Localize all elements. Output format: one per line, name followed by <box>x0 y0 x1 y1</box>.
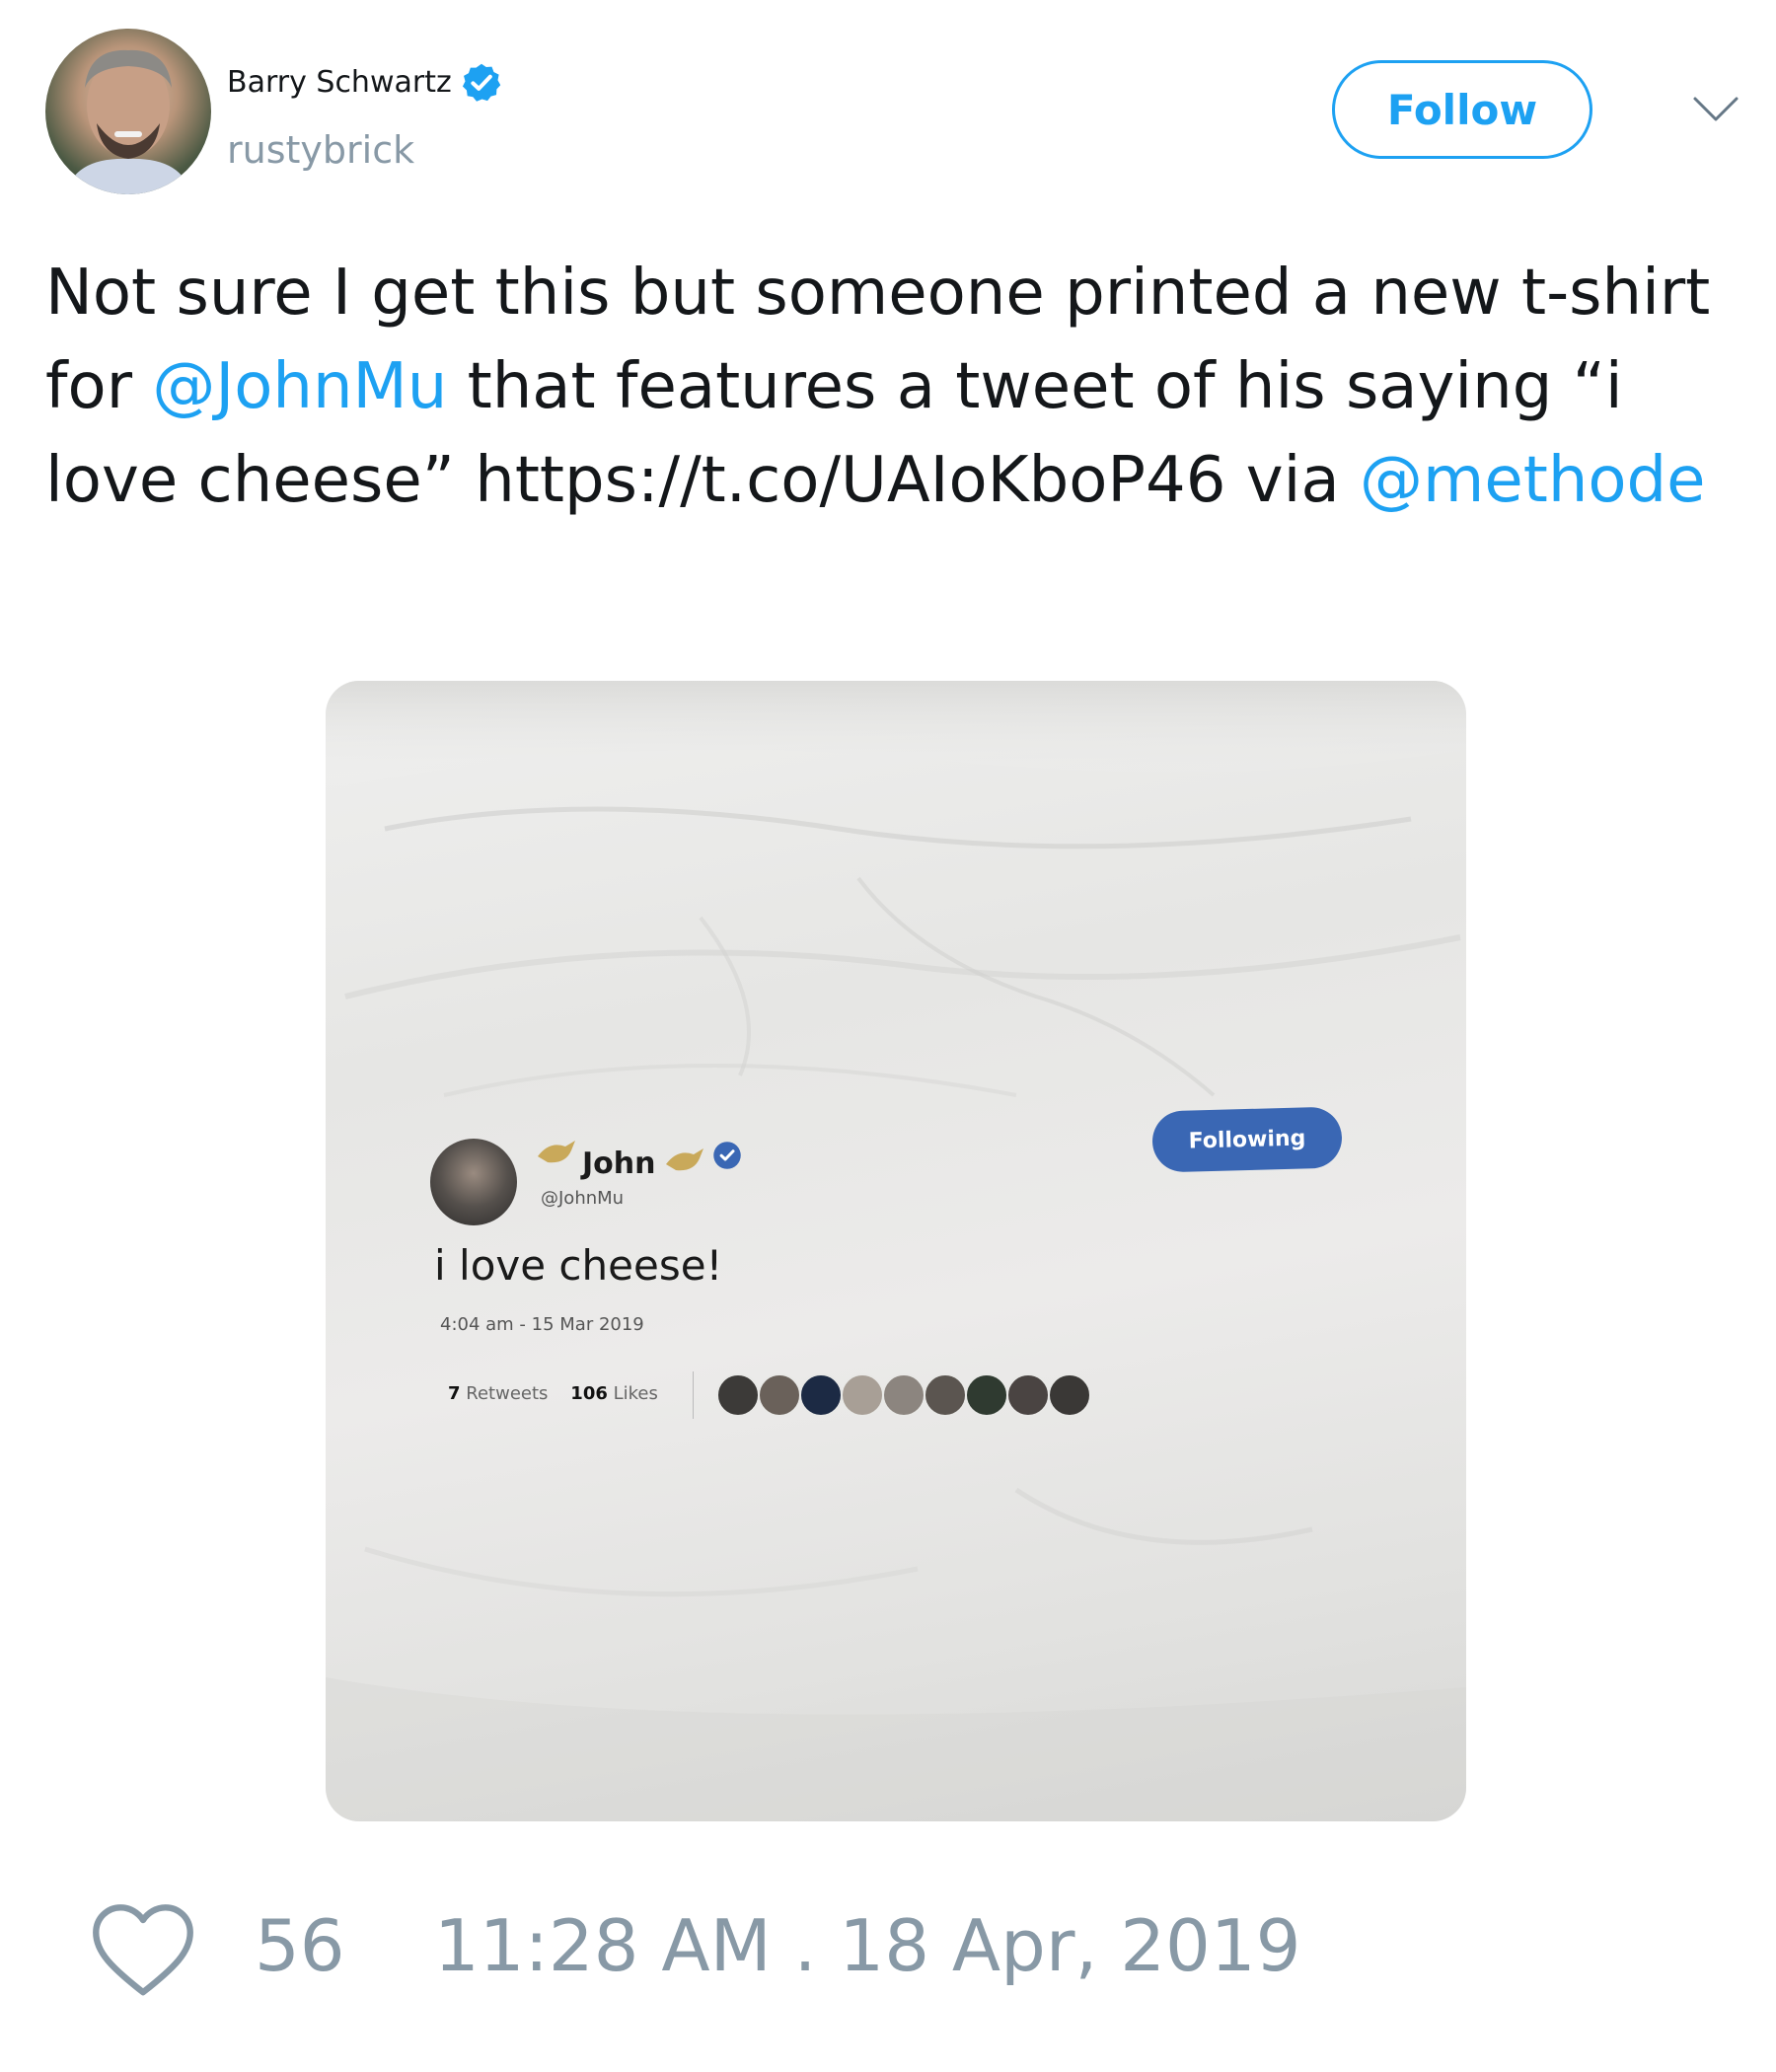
verified-badge-icon <box>462 63 501 102</box>
author-name[interactable]: Barry Schwartz <box>227 65 452 100</box>
embedded-tweet-text: i love cheese! <box>434 1241 723 1290</box>
embedded-likes-label: Likes <box>613 1383 658 1404</box>
embedded-author-name: John <box>582 1147 656 1181</box>
liker-avatar <box>841 1373 884 1417</box>
embedded-author-handle: @JohnMu <box>541 1188 625 1209</box>
embedded-avatar <box>430 1139 517 1225</box>
follow-button[interactable]: Follow <box>1332 60 1592 159</box>
like-count: 56 <box>255 1904 345 1987</box>
tweet-text: Not sure I get this but someone printed … <box>45 247 1723 528</box>
author-handle[interactable]: rustybrick <box>227 128 414 172</box>
mention-link-methode[interactable]: @methode <box>1360 444 1706 517</box>
bird-emoji-icon <box>666 1148 703 1171</box>
embedded-timestamp: 4:04 am - 15 Mar 2019 <box>440 1314 644 1335</box>
bird-emoji-icon <box>538 1141 575 1163</box>
embedded-stats: 7 Retweets 106 Likes <box>448 1383 658 1404</box>
liker-avatar <box>799 1373 843 1417</box>
liker-avatar <box>924 1373 967 1417</box>
embedded-likes-count: 106 <box>570 1383 608 1404</box>
heart-icon[interactable] <box>89 1900 197 1999</box>
embedded-following-button: Following <box>1151 1106 1343 1173</box>
author-avatar[interactable] <box>45 29 211 194</box>
embedded-stats-divider <box>693 1371 694 1419</box>
liker-avatar <box>758 1373 801 1417</box>
embedded-retweets-count: 7 <box>448 1383 461 1404</box>
tweet-timestamp[interactable]: 11:28 AM . 18 Apr, 2019 <box>434 1904 1300 1987</box>
liker-avatar <box>1048 1373 1091 1417</box>
chevron-down-icon[interactable] <box>1691 95 1740 124</box>
embedded-retweets-label: Retweets <box>466 1383 549 1404</box>
mention-link-johnmu[interactable]: @JohnMu <box>152 350 447 423</box>
tweet-media-photo[interactable]: John @JohnMu Following i love cheese! 4:… <box>326 681 1466 1821</box>
liker-avatar <box>1006 1373 1050 1417</box>
liker-avatar <box>716 1373 760 1417</box>
avatar-face-illustration <box>65 49 191 194</box>
liker-avatar <box>965 1373 1008 1417</box>
liker-avatar <box>882 1373 925 1417</box>
verified-badge-icon <box>713 1142 741 1169</box>
